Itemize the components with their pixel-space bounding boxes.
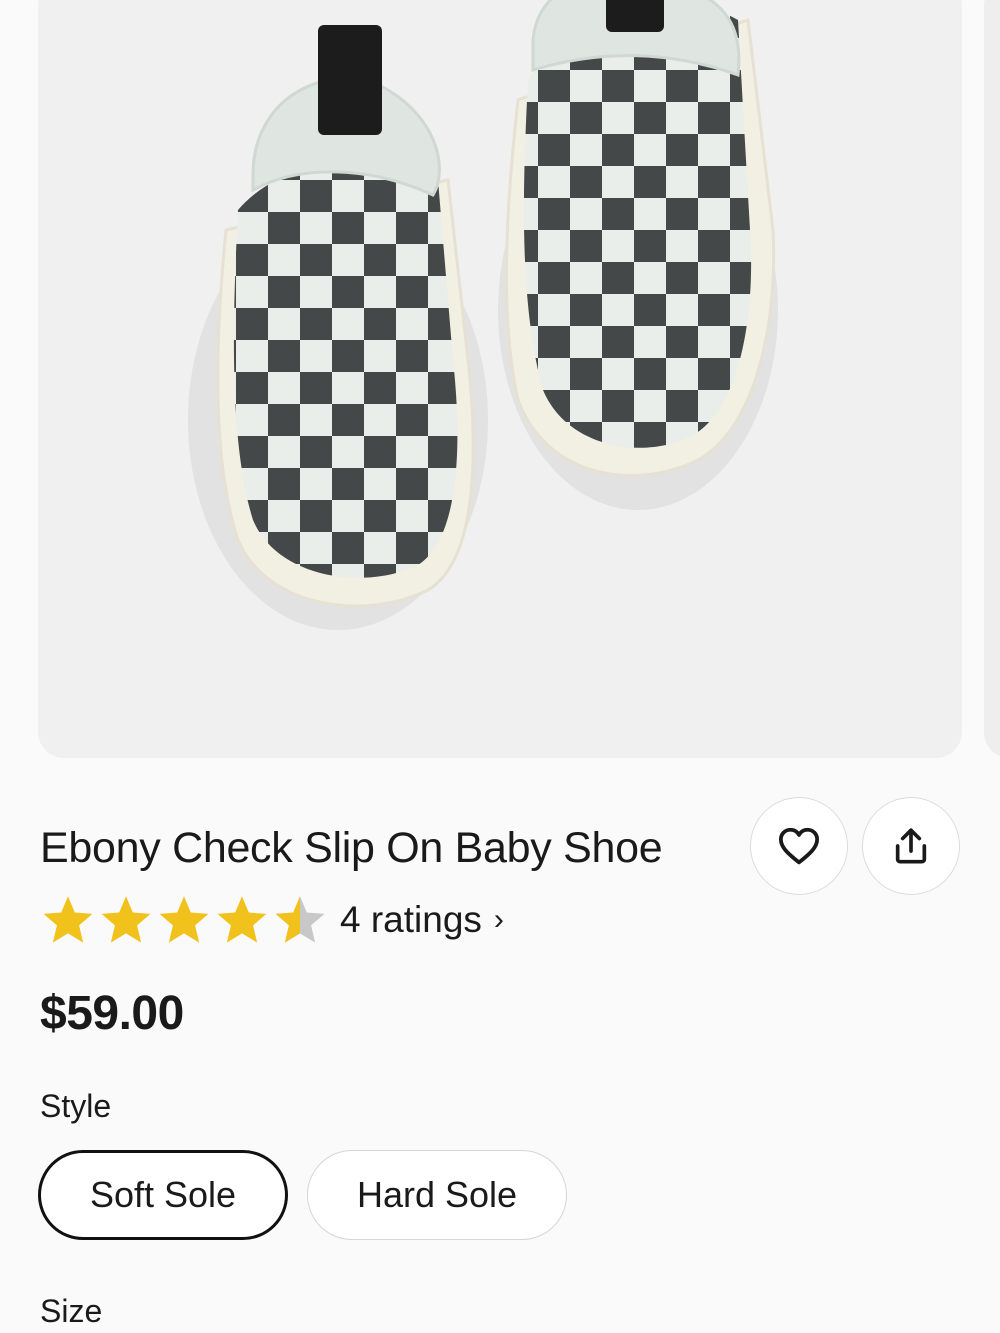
star-icon <box>217 896 267 943</box>
ratings-link[interactable]: 4 ratings › <box>340 899 504 941</box>
style-option-hard-sole[interactable]: Hard Sole <box>307 1150 567 1240</box>
rating-summary[interactable]: 4 ratings › <box>40 890 504 950</box>
star-rating <box>40 894 328 946</box>
star-icon <box>43 896 93 943</box>
style-option-label: Hard Sole <box>356 1174 518 1215</box>
favorite-button[interactable] <box>750 797 848 895</box>
share-icon <box>895 828 927 864</box>
style-option-soft-sole[interactable]: Soft Sole <box>38 1150 288 1240</box>
style-option-label: Soft Sole <box>89 1174 237 1215</box>
product-image[interactable] <box>38 0 962 758</box>
ratings-count: 4 ratings <box>340 899 482 940</box>
half-star-icon <box>275 896 325 943</box>
size-label: Size <box>40 1293 103 1329</box>
product-title: Ebony Check Slip On Baby Shoe <box>40 824 663 872</box>
next-image-peek[interactable] <box>984 0 1000 758</box>
chevron-right-icon: › <box>493 903 504 936</box>
share-button[interactable] <box>862 797 960 895</box>
star-icon <box>101 896 151 943</box>
product-price: $59.00 <box>40 987 184 1040</box>
style-label: Style <box>40 1088 112 1124</box>
star-icon <box>159 896 209 943</box>
product-photo <box>188 0 778 630</box>
product-image-gallery[interactable] <box>0 0 1000 760</box>
heart-icon <box>778 827 820 865</box>
